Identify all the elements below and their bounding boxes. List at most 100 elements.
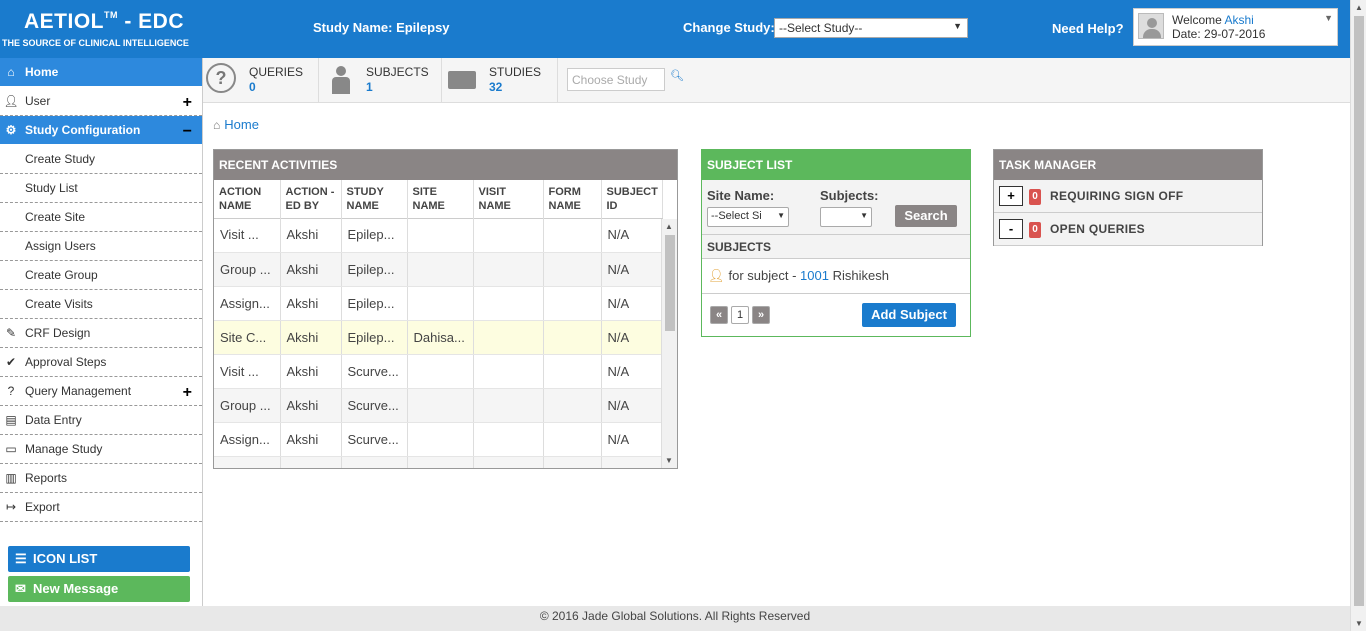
cell	[407, 388, 474, 423]
sidebar-item-manage-study[interactable]: ▭ Manage Study	[0, 435, 202, 464]
table-row[interactable]: Visit ... Akshi Scurve... N/A	[214, 354, 662, 389]
col-actioned-by[interactable]: ACTION -ED BY	[280, 180, 342, 219]
sidebar-item-data-entry[interactable]: ▤ Data Entry	[0, 406, 202, 435]
cell	[473, 252, 544, 287]
stat-subjects[interactable]: SUBJECTS 1	[319, 58, 442, 102]
cell: Akshi	[280, 320, 342, 355]
sidebar-item-reports[interactable]: ▥ Reports	[0, 464, 202, 493]
change-study-select[interactable]: --Select Study-- ▼	[774, 18, 968, 38]
prev-page-button[interactable]: «	[710, 306, 728, 324]
cell: Visit ...	[214, 218, 281, 253]
cell	[214, 456, 281, 468]
subject-list-title: SUBJECT LIST	[702, 150, 970, 180]
page-scrollbar[interactable]: ▲ ▼	[1350, 0, 1366, 631]
list-icon: ☰	[15, 551, 27, 566]
task-row-requiring-sign-off[interactable]: + 0 REQUIRING SIGN OFF	[994, 180, 1262, 213]
cell: Epilep...	[341, 218, 408, 253]
icon-list-label: ICON LIST	[33, 551, 98, 566]
cell	[407, 252, 474, 287]
sidebar-item-study-list[interactable]: Study List	[0, 174, 202, 203]
collapse-icon[interactable]: -	[999, 219, 1023, 239]
cell	[543, 286, 602, 321]
choose-study-input[interactable]: Choose Study	[567, 68, 665, 91]
welcome-user-name: Akshi	[1224, 13, 1254, 27]
sidebar-item-label: CRF Design	[25, 326, 91, 340]
site-name-select[interactable]: --Select Si ▼	[707, 207, 789, 227]
breadcrumb-home-link[interactable]: Home	[224, 117, 259, 132]
cell	[543, 456, 602, 468]
table-row[interactable]: Group ... Akshi Epilep... N/A	[214, 252, 662, 287]
pagination: «1»	[710, 306, 773, 324]
scroll-down-icon[interactable]: ▼	[1355, 619, 1363, 628]
sidebar-item-user[interactable]: 👤︎ User +	[0, 87, 202, 116]
chevron-down-icon: ▼	[953, 21, 962, 31]
stats-bar: ? QUERIES 0 SUBJECTS 1 STUDIES 32 Choose…	[203, 58, 1350, 103]
sidebar-item-export[interactable]: ↦ Export	[0, 493, 202, 522]
task-manager-panel: TASK MANAGER + 0 REQUIRING SIGN OFF - 0 …	[993, 149, 1263, 246]
recent-activities-scrollbar[interactable]: ▲ ▼	[661, 219, 677, 468]
recent-activities-body[interactable]: Visit ... Akshi Epilep... N/A Group ... Aksh…	[214, 218, 662, 468]
page-number[interactable]: 1	[731, 306, 749, 324]
table-row[interactable]: Assign... Akshi Epilep... N/A	[214, 286, 662, 321]
table-row[interactable]: Site C... Akshi Epilep... Dahisa... N/A	[214, 320, 662, 355]
expand-icon[interactable]: +	[999, 186, 1023, 206]
need-help-link[interactable]: Need Help?	[1052, 21, 1124, 36]
table-row[interactable]: Group ... Akshi Scurve... N/A	[214, 388, 662, 423]
table-row[interactable]	[214, 456, 662, 468]
stat-studies[interactable]: STUDIES 32	[442, 58, 558, 102]
sidebar-item-assign-users[interactable]: Assign Users	[0, 232, 202, 261]
scroll-down-icon[interactable]: ▼	[665, 456, 673, 465]
sidebar-item-create-group[interactable]: Create Group	[0, 261, 202, 290]
cell	[543, 320, 602, 355]
col-site-name[interactable]: SITE NAME	[407, 180, 474, 219]
col-subject-id[interactable]: SUBJECT ID	[601, 180, 663, 219]
stat-queries[interactable]: ? QUERIES 0	[203, 58, 319, 102]
search-button[interactable]: Search	[895, 205, 957, 227]
cell	[543, 218, 602, 253]
cell	[280, 456, 342, 468]
scroll-thumb[interactable]	[1354, 16, 1364, 606]
cell: Akshi	[280, 218, 342, 253]
cell	[543, 422, 602, 457]
home-icon: ⌂	[213, 118, 221, 132]
col-form-name[interactable]: FORM NAME	[543, 180, 602, 219]
list-item[interactable]: 👤︎ for subject - 1001 Rishikesh	[702, 259, 970, 294]
user-menu[interactable]: Welcome Akshi Date: 29-07-2016 ▼	[1133, 8, 1338, 46]
sidebar-item-create-study[interactable]: Create Study	[0, 145, 202, 174]
task-row-open-queries[interactable]: - 0 OPEN QUERIES	[994, 213, 1262, 246]
table-row[interactable]: Visit ... Akshi Epilep... N/A	[214, 218, 662, 253]
search-icon[interactable]: 🔍︎	[670, 69, 684, 82]
chevron-down-icon: ▼	[860, 211, 868, 220]
sidebar-item-label: Reports	[25, 471, 68, 485]
scroll-thumb[interactable]	[665, 235, 675, 331]
site-select-value: --Select Si	[711, 210, 762, 222]
scroll-up-icon[interactable]: ▲	[1355, 3, 1363, 12]
sidebar-item-home[interactable]: ⌂ Home	[0, 58, 202, 87]
expand-icon[interactable]: +	[183, 379, 192, 407]
subjects-select[interactable]: ▼	[820, 207, 872, 227]
sidebar-item-study-configuration[interactable]: ⚙ Study Configuration −	[0, 116, 202, 145]
col-visit-name[interactable]: VISIT NAME	[473, 180, 544, 219]
sidebar-item-crf-design[interactable]: ✎ CRF Design	[0, 319, 202, 348]
table-row[interactable]: Assign... Akshi Scurve... N/A	[214, 422, 662, 457]
sidebar-item-create-site[interactable]: Create Site	[0, 203, 202, 232]
new-message-button[interactable]: ✉ New Message	[8, 576, 190, 602]
cell: Dahisa...	[407, 320, 474, 355]
next-page-button[interactable]: »	[752, 306, 770, 324]
scroll-up-icon[interactable]: ▲	[665, 222, 673, 231]
sidebar-item-approval-steps[interactable]: ✔ Approval Steps	[0, 348, 202, 377]
expand-icon[interactable]: +	[183, 89, 192, 117]
collapse-icon[interactable]: −	[183, 118, 192, 146]
cell: N/A	[601, 252, 662, 287]
sidebar-item-create-visits[interactable]: Create Visits	[0, 290, 202, 319]
logo[interactable]: AETIOLTM - EDC THE SOURCE OF CLINICAL IN…	[0, 0, 203, 58]
col-action-name[interactable]: ACTION NAME	[214, 180, 281, 219]
cell	[407, 422, 474, 457]
subject-id-link[interactable]: 1001	[800, 268, 829, 283]
col-study-name[interactable]: STUDY NAME	[341, 180, 408, 219]
breadcrumb: ⌂ Home	[213, 117, 259, 132]
add-subject-button[interactable]: Add Subject	[862, 303, 956, 327]
sidebar-item-query-management[interactable]: ? Query Management +	[0, 377, 202, 406]
icon-list-button[interactable]: ☰ ICON LIST	[8, 546, 190, 572]
cell	[543, 388, 602, 423]
